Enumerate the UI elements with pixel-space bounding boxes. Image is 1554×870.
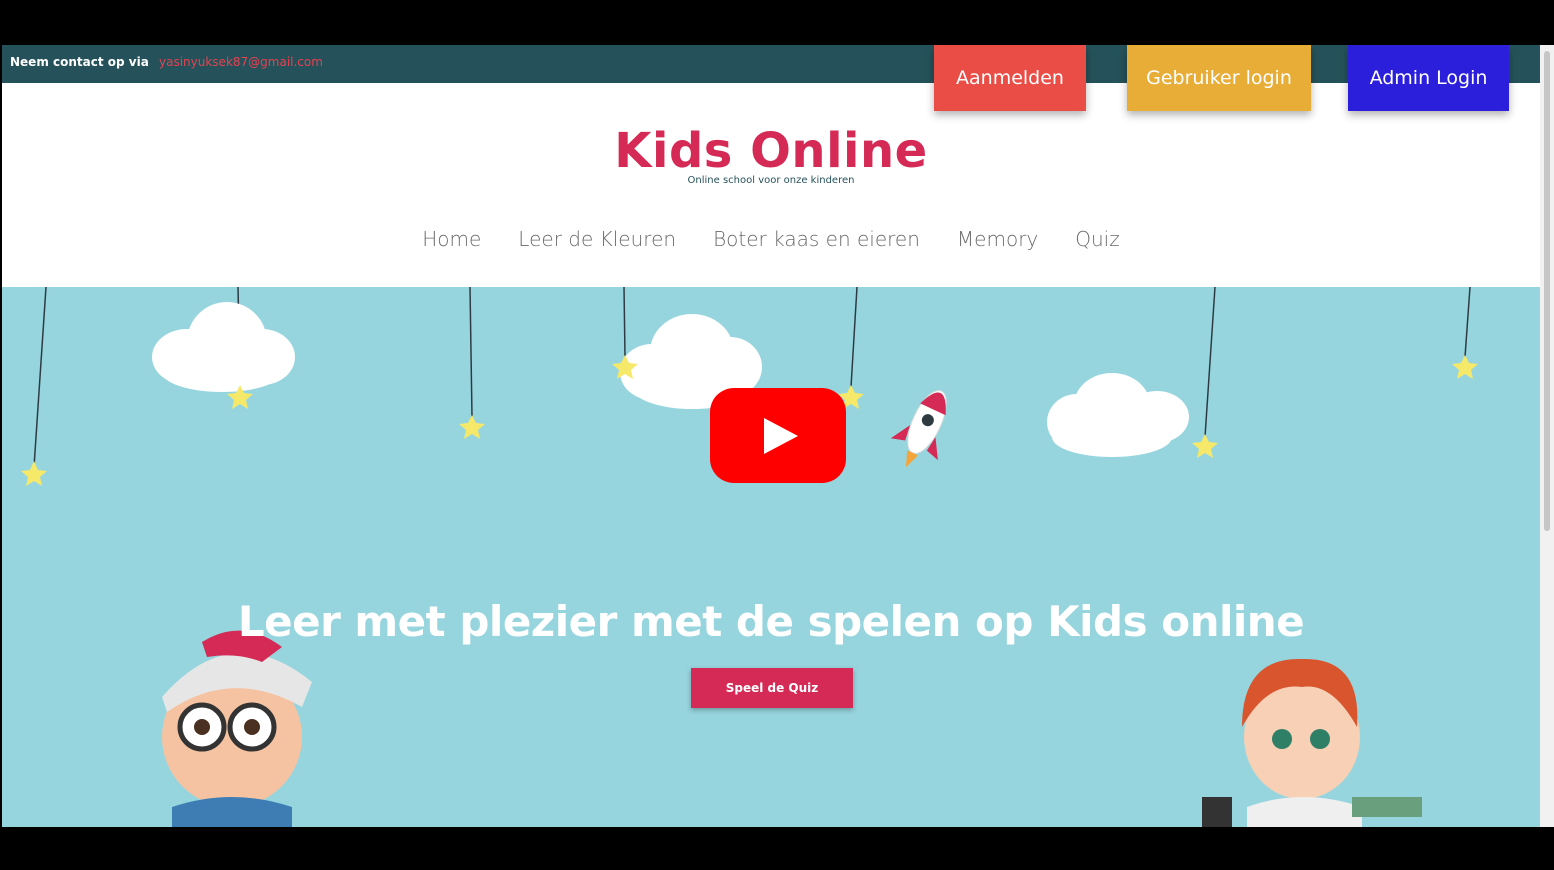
contact-email-link[interactable]: yasinyuksek87@gmail.com xyxy=(159,55,323,69)
admin-login-button[interactable]: Admin Login xyxy=(1348,45,1509,111)
site-title[interactable]: Kids Online xyxy=(2,123,1540,179)
contact-label: Neem contact op via xyxy=(10,55,149,69)
cloud-icon xyxy=(152,302,295,392)
cloud-icon xyxy=(1047,373,1189,457)
rocket-icon xyxy=(890,390,947,468)
girl-character xyxy=(1202,658,1422,827)
site-subtitle: Online school voor onze kinderen xyxy=(687,175,855,186)
play-icon[interactable] xyxy=(710,388,846,483)
play-quiz-button[interactable]: Speel de Quiz xyxy=(691,668,853,708)
nav-item-quiz[interactable]: Quiz xyxy=(1075,227,1119,251)
boy-character xyxy=(162,630,312,827)
nav-item-kleuren[interactable]: Leer de Kleuren xyxy=(518,227,676,251)
contact-info: Neem contact op via yasinyuksek87@gmail.… xyxy=(10,55,323,69)
main-nav: Home Leer de Kleuren Boter kaas en eiere… xyxy=(2,227,1540,251)
site-brand: Kids Online Online school voor onze kind… xyxy=(2,123,1540,186)
signup-button[interactable]: Aanmelden xyxy=(934,45,1086,111)
hero-decoration xyxy=(21,287,1478,827)
user-login-button[interactable]: Gebruiker login xyxy=(1127,45,1311,111)
hero-headline: Leer met plezier met de spelen op Kids o… xyxy=(237,597,1305,646)
hero-section: Leer met plezier met de spelen op Kids o… xyxy=(2,287,1540,827)
nav-item-home[interactable]: Home xyxy=(422,227,481,251)
scrollbar-thumb[interactable] xyxy=(1544,51,1550,531)
nav-item-boter-kaas[interactable]: Boter kaas en eieren xyxy=(713,227,920,251)
nav-item-memory[interactable]: Memory xyxy=(957,227,1038,251)
page-scrollbar[interactable] xyxy=(1540,45,1554,827)
